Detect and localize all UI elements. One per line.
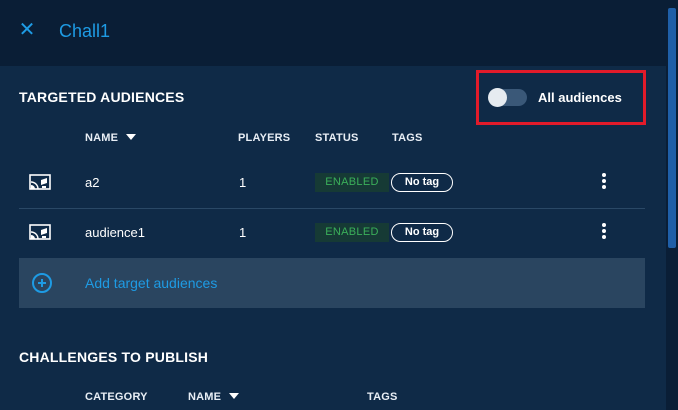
status-badge: ENABLED — [315, 173, 389, 192]
column-header-name-label: NAME — [85, 132, 119, 144]
column-header-challenge-tags: TAGS — [367, 391, 398, 403]
column-header-challenge-name[interactable]: NAME — [188, 391, 240, 403]
audience-icon — [29, 174, 51, 190]
toggle-knob — [488, 88, 507, 107]
targeted-audiences-title: TARGETED AUDIENCES — [19, 89, 185, 105]
all-audiences-label: All audiences — [538, 90, 622, 105]
scrollbar[interactable] — [666, 0, 678, 410]
column-header-category: CATEGORY — [85, 391, 148, 403]
close-icon[interactable]: ✕ — [17, 20, 37, 40]
sort-down-icon[interactable] — [126, 134, 137, 141]
tag-pill[interactable]: No tag — [391, 223, 453, 242]
scrollbar-thumb[interactable] — [668, 8, 676, 248]
audience-icon — [29, 224, 51, 240]
sort-down-icon[interactable] — [229, 393, 240, 400]
column-header-name[interactable]: NAME — [85, 132, 137, 144]
audience-players: 1 — [239, 225, 247, 240]
add-circle-icon — [32, 273, 52, 293]
challenges-to-publish-title: CHALLENGES TO PUBLISH — [19, 349, 209, 365]
column-header-players: PLAYERS — [238, 132, 291, 144]
column-header-tags: TAGS — [392, 132, 423, 144]
all-audiences-toggle[interactable] — [488, 88, 527, 107]
status-badge: ENABLED — [315, 223, 389, 242]
audience-name: a2 — [85, 175, 100, 190]
column-header-status: STATUS — [315, 132, 359, 144]
table-row[interactable]: a2 1 ENABLED No tag — [19, 158, 645, 208]
top-bar: ✕ Chall1 — [0, 0, 666, 66]
add-target-audiences-button[interactable]: Add target audiences — [19, 258, 645, 308]
audience-players: 1 — [239, 175, 247, 190]
column-header-challenge-name-label: NAME — [188, 391, 222, 403]
table-row[interactable]: audience1 1 ENABLED No tag — [19, 208, 645, 258]
more-options-icon[interactable] — [599, 173, 609, 193]
audience-name: audience1 — [85, 225, 145, 240]
add-target-audiences-label: Add target audiences — [85, 275, 218, 291]
tag-pill[interactable]: No tag — [391, 173, 453, 192]
page-title: Chall1 — [59, 21, 111, 41]
more-options-icon[interactable] — [599, 223, 609, 243]
